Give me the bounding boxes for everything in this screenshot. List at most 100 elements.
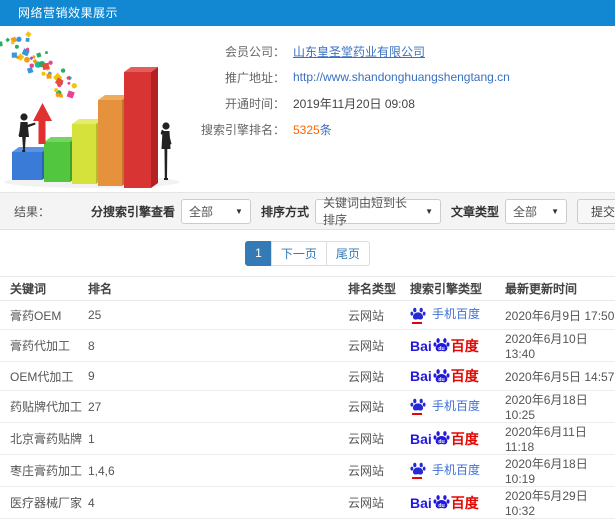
header-rank-type: 排名类型: [348, 276, 410, 301]
engine-cell: 手机百度 Bai du 百度: [410, 361, 505, 391]
pagination: 1 下一页 尾页: [0, 230, 615, 276]
up-arrow-icon: [33, 103, 52, 144]
rank-link[interactable]: 1,4,6: [88, 454, 348, 487]
submit-button[interactable]: 提交: [577, 198, 615, 224]
engine-cell: 手机百度 Bai du 百度: [410, 390, 505, 423]
last-page-button[interactable]: 尾页: [325, 240, 370, 266]
keyword-cell: 医疗器械厂家: [0, 486, 88, 519]
growth-chart-illustration: [0, 31, 180, 188]
header-keyword: 关键词: [0, 276, 88, 301]
chevron-down-icon: ▼: [425, 206, 433, 216]
baidu-paw-icon: du: [433, 431, 450, 445]
table-row: OEM代加工 9 云网站 手机百度 Bai: [0, 361, 615, 391]
updated-time-cell: 2020年5月29日 10:32: [505, 486, 615, 519]
baidu-logo: Bai du 百度: [410, 494, 479, 511]
engine-filter-select[interactable]: 全部 ▼: [180, 198, 251, 224]
chevron-down-icon: ▼: [551, 206, 559, 216]
keyword-cell: OEM代加工: [0, 361, 88, 391]
header-engine-type: 搜索引擎类型: [410, 276, 505, 301]
info-row-open-time: 开通时间： 2019年11月20日 09:08: [190, 90, 615, 116]
table-row: 膏药代加工 8 云网站 手机百度 Bai: [0, 329, 615, 362]
rank-link[interactable]: 8: [88, 329, 348, 362]
rank-link[interactable]: 1: [88, 422, 348, 455]
mobile-baidu-label: 手机百度: [432, 398, 481, 413]
table-row: 药贴牌代加工 27 云网站 手机百度 Bai: [0, 390, 615, 423]
red-underline: [412, 321, 422, 324]
engine-cell: 手机百度 Bai du 百度: [410, 422, 505, 455]
page-1-button[interactable]: 1: [245, 240, 272, 266]
results-table: 关键词 排名 排名类型 搜索引擎类型 最新更新时间 膏药OEM 25 云网站 手…: [0, 276, 615, 520]
svg-text:du: du: [438, 503, 444, 509]
baidu-paw-icon: du: [433, 368, 450, 382]
updated-time-cell: 2020年6月10日 13:40: [505, 329, 615, 362]
info-row-company: 会员公司： 山东皇圣堂药业有限公司: [190, 38, 615, 64]
header-rank: 排名: [88, 276, 348, 301]
rank-type-cell: 云网站: [348, 329, 410, 362]
promo-url-link[interactable]: http://www.shandonghuangshengtang.cn: [293, 70, 510, 84]
rank-link[interactable]: 25: [88, 300, 348, 330]
article-type-label: 文章类型: [450, 204, 499, 219]
bar-red: [124, 67, 158, 188]
next-page-button[interactable]: 下一页: [270, 240, 327, 266]
engine-filter-label: 分搜索引擎查看: [90, 204, 175, 219]
sort-select[interactable]: 关键词由短到长排序 ▼: [314, 196, 441, 227]
baidu-logo: Bai du 百度: [410, 368, 479, 384]
page-title: 网络营销效果展示: [0, 0, 615, 26]
rank-link[interactable]: 9: [88, 361, 348, 391]
info-row-rank-count: 搜索引擎排名： 5325条: [190, 116, 615, 142]
baidu-paw-icon: [410, 397, 426, 416]
mobile-baidu-logo: 手机百度: [410, 461, 481, 480]
table-row: 枣庄膏药加工 1,4,6 云网站 手机百度 Bai: [0, 454, 615, 487]
info-row-url: 推广地址： http://www.shandonghuangshengtang.…: [190, 64, 615, 90]
engine-cell: 手机百度 Bai du 百度: [410, 329, 505, 362]
company-info-section: 会员公司： 山东皇圣堂药业有限公司 推广地址： http://www.shand…: [0, 26, 615, 192]
rank-count-label: 搜索引擎排名：: [200, 122, 285, 137]
open-time-label: 开通时间：: [224, 96, 285, 111]
promo-url-label: 推广地址：: [224, 70, 285, 85]
table-header-row: 关键词 排名 排名类型 搜索引擎类型 最新更新时间: [0, 276, 615, 301]
svg-text:du: du: [438, 376, 444, 382]
sort-label: 排序方式: [260, 204, 309, 219]
company-label: 会员公司：: [224, 44, 285, 59]
rank-link[interactable]: 4: [88, 486, 348, 519]
updated-time-cell: 2020年6月18日 10:25: [505, 390, 615, 423]
baidu-paw-icon: du: [433, 338, 450, 352]
baidu-paw-icon: du: [433, 495, 450, 509]
baidu-paw-icon: [410, 306, 426, 324]
baidu-logo: Bai du 百度: [410, 430, 479, 447]
engine-cell: 手机百度 Bai du 百度: [410, 454, 505, 487]
red-underline: [412, 413, 422, 416]
rank-type-cell: 云网站: [348, 454, 410, 487]
mobile-baidu-label: 手机百度: [432, 462, 481, 477]
keyword-cell: 膏药代加工: [0, 329, 88, 362]
engine-cell: 手机百度 Bai du 百度: [410, 486, 505, 519]
filter-bar: 结果： 分搜索引擎查看 全部 ▼ 排序方式 关键词由短到长排序 ▼ 文章类型 全…: [0, 192, 615, 230]
rank-type-cell: 云网站: [348, 300, 410, 330]
updated-time-cell: 2020年6月9日 17:50: [505, 300, 615, 330]
rank-type-cell: 云网站: [348, 390, 410, 423]
rank-count-value: 5325条: [293, 122, 332, 137]
keyword-cell: 枣庄膏药加工: [0, 454, 88, 487]
table-row: 膏药OEM 25 云网站 手机百度 Bai: [0, 300, 615, 330]
businessman-right: [160, 122, 172, 180]
mobile-baidu-logo: 手机百度: [410, 305, 481, 324]
filter-controls: 分搜索引擎查看 全部 ▼ 排序方式 关键词由短到长排序 ▼ 文章类型 全部 ▼ …: [81, 196, 615, 227]
table-row: 北京膏药贴牌 1 云网站 手机百度 Bai: [0, 422, 615, 455]
updated-time-cell: 2020年6月5日 14:57: [505, 361, 615, 391]
svg-text:du: du: [438, 346, 444, 352]
bar-blue: [12, 147, 49, 180]
engine-cell: 手机百度 Bai du 百度: [410, 300, 505, 330]
company-name-link[interactable]: 山东皇圣堂药业有限公司: [293, 43, 425, 60]
red-underline: [412, 477, 422, 480]
keyword-cell: 膏药OEM: [0, 300, 88, 330]
rank-link[interactable]: 27: [88, 390, 348, 423]
rank-type-cell: 云网站: [348, 422, 410, 455]
mobile-baidu-logo: 手机百度: [410, 397, 481, 416]
table-row: 医疗器械厂家 4 云网站 手机百度 Bai: [0, 486, 615, 519]
mobile-baidu-label: 手机百度: [432, 307, 481, 322]
company-info-panel: 会员公司： 山东皇圣堂药业有限公司 推广地址： http://www.shand…: [190, 30, 615, 192]
result-label: 结果：: [14, 204, 51, 219]
baidu-paw-icon: [410, 461, 426, 480]
svg-text:du: du: [438, 439, 444, 445]
article-type-select[interactable]: 全部 ▼: [505, 198, 567, 224]
